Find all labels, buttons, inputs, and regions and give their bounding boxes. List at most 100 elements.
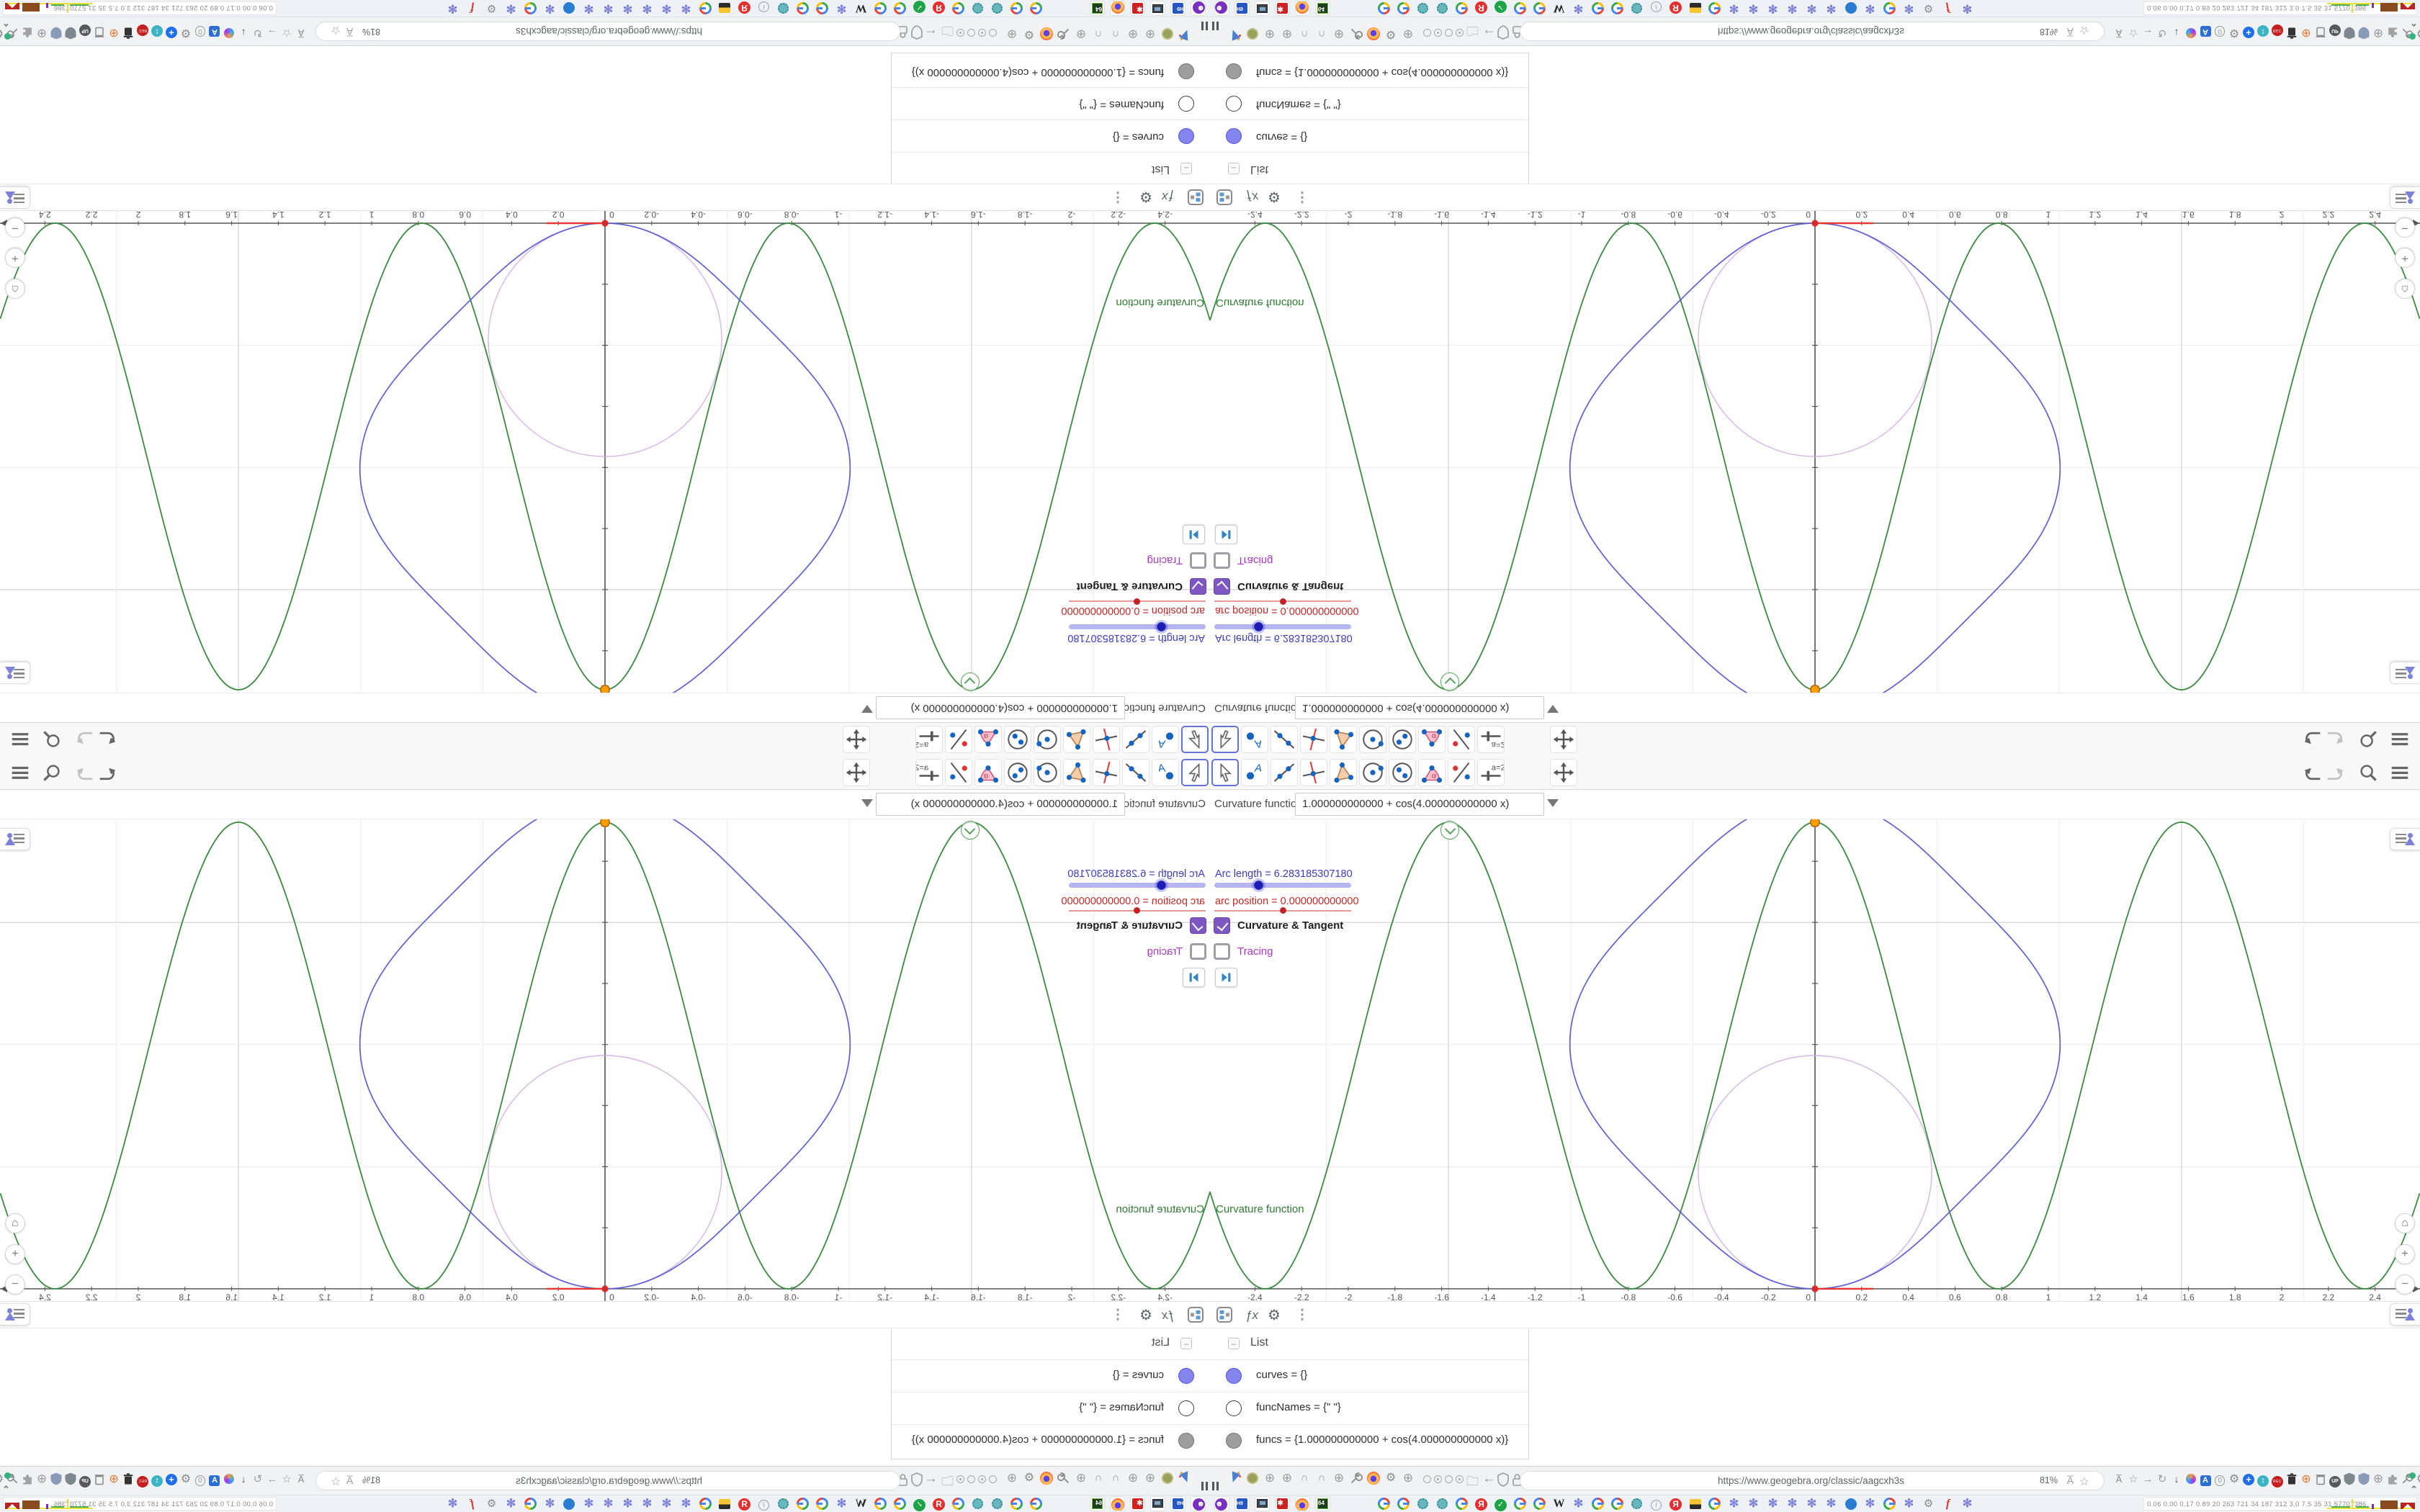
- arc-length-slider[interactable]: [1214, 620, 1351, 634]
- taskbar-check-green-icon[interactable]: ✓: [1494, 1497, 1507, 1511]
- rocket-icon[interactable]: [222, 1472, 236, 1486]
- tab-circle-icon[interactable]: [978, 1475, 986, 1483]
- menu-icon[interactable]: [9, 762, 31, 783]
- zero-badge-icon[interactable]: 0: [2213, 26, 2227, 40]
- arc-length-slider[interactable]: [1214, 878, 1351, 892]
- menu-icon[interactable]: [2389, 762, 2411, 783]
- taskbar-google-g-icon[interactable]: [1533, 1, 1546, 15]
- start-point[interactable]: [1811, 1285, 1819, 1292]
- taskbar-google-g-icon[interactable]: [1610, 1497, 1624, 1511]
- trash-icon[interactable]: [121, 1472, 135, 1486]
- chevron-up-icon[interactable]: ⌃: [2, 1484, 10, 1495]
- taskbar-f-red-icon[interactable]: f: [1941, 1497, 1955, 1511]
- star-icon[interactable]: ☆: [279, 1472, 294, 1486]
- taskbar-gear-gray-icon[interactable]: ⚙: [485, 1497, 498, 1511]
- tool-circle-center-point[interactable]: [1034, 759, 1061, 786]
- redo-icon[interactable]: [73, 762, 95, 783]
- wrench-icon[interactable]: [1056, 26, 1072, 42]
- taskbar-check-green-icon[interactable]: ✓: [1494, 1, 1507, 15]
- arc-length-slider[interactable]: [1069, 878, 1206, 892]
- tool-polygon[interactable]: [1330, 726, 1357, 753]
- taskbar-google-g-icon[interactable]: [1377, 1, 1391, 15]
- taskbar-wikipedia-w-icon[interactable]: W: [1552, 1, 1566, 15]
- visibility-dot-icon[interactable]: [1226, 63, 1242, 79]
- tool-reflect-about-line[interactable]: [945, 726, 972, 753]
- plus-blue-icon[interactable]: +: [2241, 26, 2256, 40]
- taskbar-google-g-icon[interactable]: [1708, 1497, 1721, 1511]
- back-arrow-icon[interactable]: ←: [924, 25, 938, 41]
- taskbar-google-g-icon[interactable]: [1010, 1497, 1023, 1511]
- globe-icon[interactable]: ⊕: [1262, 1470, 1278, 1486]
- taskbar-google-g-icon[interactable]: [1455, 1497, 1469, 1511]
- olive-circle-icon[interactable]: [1245, 26, 1260, 42]
- taskbar-google-g-icon[interactable]: [699, 1, 712, 15]
- taskbar-knit-circle-icon[interactable]: [1630, 1497, 1644, 1511]
- list-dropdown[interactable]: –: [1228, 163, 1240, 174]
- collapse-chevron-icon[interactable]: [1440, 821, 1459, 840]
- taskbar-google-g-icon[interactable]: [796, 1, 810, 15]
- taskbar-photo-icon[interactable]: [1688, 1497, 1702, 1511]
- search-icon[interactable]: [41, 729, 63, 750]
- globe-icon[interactable]: ⊕: [1279, 26, 1295, 42]
- taskbar-yandex-icon[interactable]: Я: [1474, 1, 1488, 15]
- forward-arrow-icon[interactable]: →: [2141, 26, 2155, 40]
- tool-slider[interactable]: a=2: [915, 726, 943, 753]
- list-dropdown[interactable]: –: [1228, 1338, 1240, 1349]
- home-icon[interactable]: ⌂: [2395, 1213, 2415, 1233]
- arc-point[interactable]: [600, 819, 611, 827]
- tab-circle-icon[interactable]: [1456, 1475, 1464, 1483]
- slider-knob[interactable]: [1280, 907, 1286, 914]
- taskbar-google-g-icon[interactable]: [1591, 1, 1605, 15]
- taskbar-geogebra-flower-icon[interactable]: ✻: [1727, 1, 1741, 15]
- algebra-row-funcnames[interactable]: funcNames = {" "}: [1210, 88, 1528, 120]
- gear-icon[interactable]: ⚙: [2227, 1472, 2241, 1486]
- up-badge-icon[interactable]: UP: [78, 1472, 92, 1488]
- firefox-icon[interactable]: [1110, 1, 1125, 16]
- taskbar-geogebra-flower-icon[interactable]: ✻: [504, 1497, 518, 1511]
- tool-line-two-points[interactable]: [1122, 726, 1150, 753]
- headset-icon[interactable]: ∩: [1296, 26, 1312, 42]
- chevron-down-icon[interactable]: [861, 705, 873, 713]
- taskbar-geogebra-flower-icon[interactable]: ✻: [1766, 1, 1780, 15]
- puzzle-icon[interactable]: [2385, 1472, 2400, 1486]
- reload-icon[interactable]: ↻: [2155, 1472, 2169, 1486]
- taskbar-geogebra-flower-icon[interactable]: ✻: [1766, 1497, 1780, 1511]
- zoom-level-badge[interactable]: 81%: [2040, 1475, 2058, 1485]
- shield-dark-icon[interactable]: [2342, 26, 2357, 40]
- up-badge-icon[interactable]: UP: [78, 24, 92, 40]
- tool-move-graphics-view[interactable]: [843, 759, 870, 786]
- taskbar-google-g-icon[interactable]: [699, 1497, 712, 1511]
- reader-a-icon[interactable]: A̅: [2067, 1475, 2074, 1486]
- globe-icon[interactable]: ⊕: [1262, 26, 1278, 42]
- tool-angle[interactable]: α: [974, 726, 1002, 753]
- taskbar-f-red-icon[interactable]: f: [465, 1, 479, 15]
- algebra-row-funcs[interactable]: funcs = {1.000000000000 + cos(4.00000000…: [1210, 1424, 1528, 1459]
- party-popper-icon[interactable]: [1177, 1470, 1193, 1486]
- visibility-dot-icon[interactable]: [1178, 63, 1194, 79]
- zoom-in-icon[interactable]: +: [5, 1244, 25, 1264]
- tab-circle-icon[interactable]: [978, 29, 986, 37]
- tool-move-graphics-view[interactable]: [1550, 726, 1577, 753]
- folder-icon[interactable]: 🗀: [1466, 19, 1479, 40]
- tool-move-cursor[interactable]: [1181, 726, 1209, 753]
- function-input[interactable]: 1.000000000000 + cos(4.000000000000 x): [876, 696, 1125, 719]
- step-forward-button[interactable]: [1183, 968, 1205, 987]
- slider-knob[interactable]: [1157, 881, 1166, 890]
- slider-knob[interactable]: [1254, 622, 1263, 631]
- tool-circle-center-point[interactable]: [1359, 726, 1386, 753]
- share-globe-icon[interactable]: ⊕: [2299, 26, 2313, 40]
- tab-circle-icon[interactable]: [989, 29, 997, 37]
- step-forward-button[interactable]: [1215, 525, 1237, 544]
- taskbar-check-green-icon[interactable]: ✓: [913, 1497, 926, 1511]
- up-badge-icon[interactable]: UP: [2328, 1472, 2342, 1488]
- algebra-row-funcs[interactable]: funcs = {1.000000000000 + cos(4.00000000…: [892, 53, 1210, 88]
- taskbar-geogebra-flower-icon[interactable]: ✻: [679, 1, 693, 15]
- fx-icon[interactable]: ƒx: [1241, 1305, 1263, 1326]
- zoom-level-badge[interactable]: 81%: [362, 1475, 380, 1485]
- chevron-up-icon[interactable]: ⌃: [2410, 17, 2418, 28]
- forward-arrow-icon[interactable]: →: [2141, 1472, 2155, 1486]
- taskbar-knit-circle-icon[interactable]: [990, 1497, 1004, 1511]
- taskbar-geogebra-flower-icon[interactable]: ✻: [601, 1, 615, 15]
- taskbar-geogebra-flower-icon[interactable]: ✻: [1902, 1, 1916, 15]
- url-text[interactable]: https://www.geogebra.org/classic/aagcxh3…: [516, 1475, 702, 1486]
